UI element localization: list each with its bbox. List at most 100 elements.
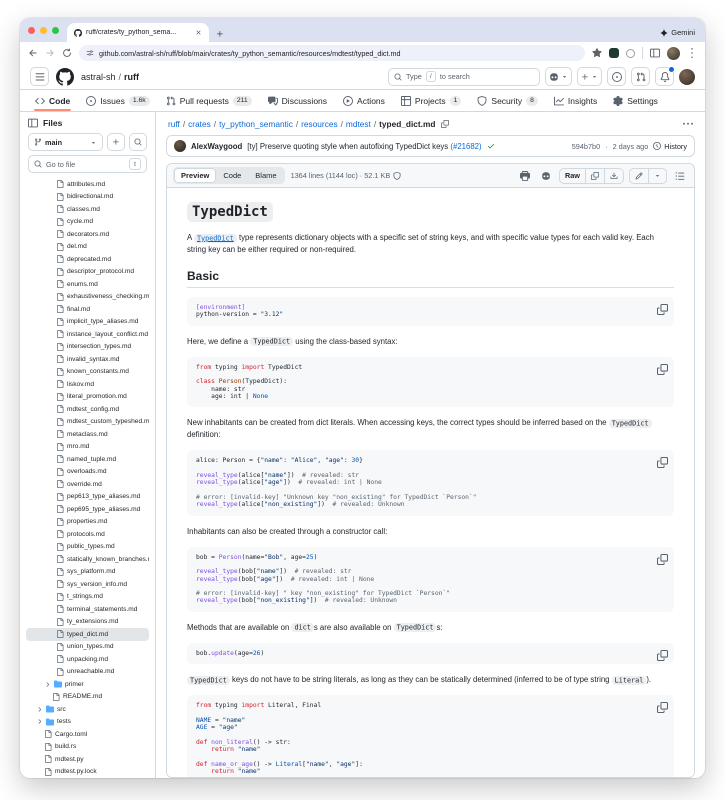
- copy-code-button[interactable]: [657, 700, 668, 711]
- copy-raw-button[interactable]: [586, 169, 605, 183]
- file-item-known_constants.md[interactable]: known_constants.md: [26, 366, 149, 379]
- close-window-button[interactable]: [28, 27, 35, 34]
- org-link[interactable]: astral-sh: [81, 72, 116, 82]
- bookmark-star-icon[interactable]: [592, 48, 602, 58]
- copy-code-button[interactable]: [657, 302, 668, 313]
- file-item-exhaustiveness_checking.md[interactable]: exhaustiveness_checking.md: [26, 291, 149, 304]
- file-item-attributes.md[interactable]: attributes.md: [26, 178, 149, 191]
- file-item-descriptor_protocol.md[interactable]: descriptor_protocol.md: [26, 266, 149, 279]
- file-item-Cargo.toml[interactable]: Cargo.toml: [26, 728, 149, 741]
- edit-dropdown-button[interactable]: [649, 169, 666, 183]
- file-item-bidirectional.md[interactable]: bidirectional.md: [26, 191, 149, 204]
- outline-button[interactable]: [672, 168, 688, 184]
- file-item-t_strings.md[interactable]: t_strings.md: [26, 591, 149, 604]
- commit-author[interactable]: AlexWaygood: [191, 142, 242, 151]
- file-item-sys_platform.md[interactable]: sys_platform.md: [26, 566, 149, 579]
- file-item-sys_version_info.md[interactable]: sys_version_info.md: [26, 578, 149, 591]
- repo-tab-pull-requests[interactable]: Pull requests211: [159, 90, 259, 111]
- file-item-final.md[interactable]: final.md: [26, 303, 149, 316]
- repo-tab-issues[interactable]: Issues1.6k: [79, 90, 156, 111]
- user-avatar[interactable]: [679, 69, 695, 85]
- file-item-instance_layout_conflict.md[interactable]: instance_layout_conflict.md: [26, 328, 149, 341]
- copilot-button[interactable]: [545, 67, 572, 86]
- file-item-liskov.md[interactable]: liskov.md: [26, 378, 149, 391]
- folder-item-tests[interactable]: tests: [26, 716, 149, 729]
- file-item-deprecated.md[interactable]: deprecated.md: [26, 253, 149, 266]
- copy-code-button[interactable]: [657, 552, 668, 563]
- copilot-file-button[interactable]: [538, 168, 554, 184]
- back-button[interactable]: [28, 48, 38, 58]
- global-search-input[interactable]: Type / to search: [388, 68, 540, 86]
- breadcrumb-link[interactable]: crates: [188, 119, 211, 129]
- extension-icon[interactable]: [609, 48, 619, 58]
- file-item-enums.md[interactable]: enums.md: [26, 278, 149, 291]
- file-item-README.md[interactable]: README.md: [26, 691, 149, 704]
- zoom-window-button[interactable]: [52, 27, 59, 34]
- repo-tab-discussions[interactable]: Discussions: [261, 90, 334, 111]
- file-item-named_tuple.md[interactable]: named_tuple.md: [26, 453, 149, 466]
- go-to-file-input[interactable]: Go to file t: [28, 155, 147, 173]
- more-options-icon[interactable]: [683, 119, 693, 129]
- browser-menu-icon[interactable]: [687, 48, 697, 58]
- collapse-sidebar-icon[interactable]: [28, 118, 38, 128]
- browser-profile-avatar[interactable]: [667, 47, 680, 60]
- global-nav-menu-button[interactable]: [30, 67, 49, 86]
- commit-check-icon[interactable]: [487, 142, 495, 150]
- commit-sha[interactable]: 594b7b0: [572, 142, 600, 151]
- file-item-intersection_types.md[interactable]: intersection_types.md: [26, 341, 149, 354]
- file-item-cycle.md[interactable]: cycle.md: [26, 216, 149, 229]
- breadcrumb-link[interactable]: ruff: [168, 119, 180, 129]
- file-item-decorators.md[interactable]: decorators.md: [26, 228, 149, 241]
- reload-button[interactable]: [62, 48, 72, 58]
- file-item-overloads.md[interactable]: overloads.md: [26, 466, 149, 479]
- repo-tab-insights[interactable]: Insights: [547, 90, 604, 111]
- file-item-invalid_syntax.md[interactable]: invalid_syntax.md: [26, 353, 149, 366]
- file-item-terminal_statements.md[interactable]: terminal_statements.md: [26, 603, 149, 616]
- your-pull-requests-button[interactable]: [631, 67, 650, 86]
- file-item-typed_dict.md[interactable]: typed_dict.md: [26, 628, 149, 641]
- view-tab-preview[interactable]: Preview: [174, 168, 216, 183]
- commit-message[interactable]: [ty] Preserve quoting style when autofix…: [247, 142, 481, 151]
- copy-code-button[interactable]: [657, 362, 668, 373]
- copy-code-button[interactable]: [657, 648, 668, 659]
- repo-tab-security[interactable]: Security8: [470, 90, 545, 111]
- extension-circle-icon[interactable]: [626, 49, 635, 58]
- file-item-protocols.md[interactable]: protocols.md: [26, 528, 149, 541]
- forward-button[interactable]: [45, 48, 55, 58]
- file-item-union_types.md[interactable]: union_types.md: [26, 641, 149, 654]
- download-button[interactable]: [605, 169, 623, 183]
- file-item-ty_extensions.md[interactable]: ty_extensions.md: [26, 616, 149, 629]
- browser-tab[interactable]: ruff/crates/ty_python_sema...: [67, 23, 209, 42]
- history-button[interactable]: History: [653, 142, 687, 151]
- search-files-button[interactable]: [129, 133, 147, 151]
- close-tab-icon[interactable]: [195, 29, 202, 36]
- file-item-mdtest.py.lock[interactable]: mdtest.py.lock: [26, 766, 149, 779]
- breadcrumb-link[interactable]: resources: [301, 119, 337, 129]
- raw-button[interactable]: Raw: [560, 169, 586, 183]
- pr-link[interactable]: (#21682): [450, 142, 481, 151]
- edit-button[interactable]: [630, 169, 649, 183]
- gemini-button[interactable]: Gemini: [660, 28, 695, 37]
- file-item-mdtest.py[interactable]: mdtest.py: [26, 753, 149, 766]
- file-item-properties.md[interactable]: properties.md: [26, 516, 149, 529]
- branch-selector[interactable]: main: [28, 133, 103, 151]
- file-item-metaclass.md[interactable]: metaclass.md: [26, 428, 149, 441]
- file-item-public_types.md[interactable]: public_types.md: [26, 541, 149, 554]
- file-item-build.rs[interactable]: build.rs: [26, 741, 149, 754]
- file-item-mdtest_config.md[interactable]: mdtest_config.md: [26, 403, 149, 416]
- repo-tab-settings[interactable]: Settings: [606, 90, 665, 111]
- folder-item-src[interactable]: src: [26, 703, 149, 716]
- create-new-button[interactable]: [577, 67, 602, 86]
- file-item-literal_promotion.md[interactable]: literal_promotion.md: [26, 391, 149, 404]
- repo-link[interactable]: ruff: [124, 72, 139, 82]
- copy-path-icon[interactable]: [441, 120, 449, 128]
- file-item-pep695_type_aliases.md[interactable]: pep695_type_aliases.md: [26, 503, 149, 516]
- file-item-unreachable.md[interactable]: unreachable.md: [26, 666, 149, 679]
- repo-tab-code[interactable]: Code: [28, 90, 77, 111]
- file-item-statically_known_branches.md[interactable]: statically_known_branches.md: [26, 553, 149, 566]
- file-item-mdtest_custom_typeshed.md[interactable]: mdtest_custom_typeshed.md: [26, 416, 149, 429]
- file-item-unpacking.md[interactable]: unpacking.md: [26, 653, 149, 666]
- file-item-override.md[interactable]: override.md: [26, 478, 149, 491]
- file-item-pep613_type_aliases.md[interactable]: pep613_type_aliases.md: [26, 491, 149, 504]
- minimize-window-button[interactable]: [40, 27, 47, 34]
